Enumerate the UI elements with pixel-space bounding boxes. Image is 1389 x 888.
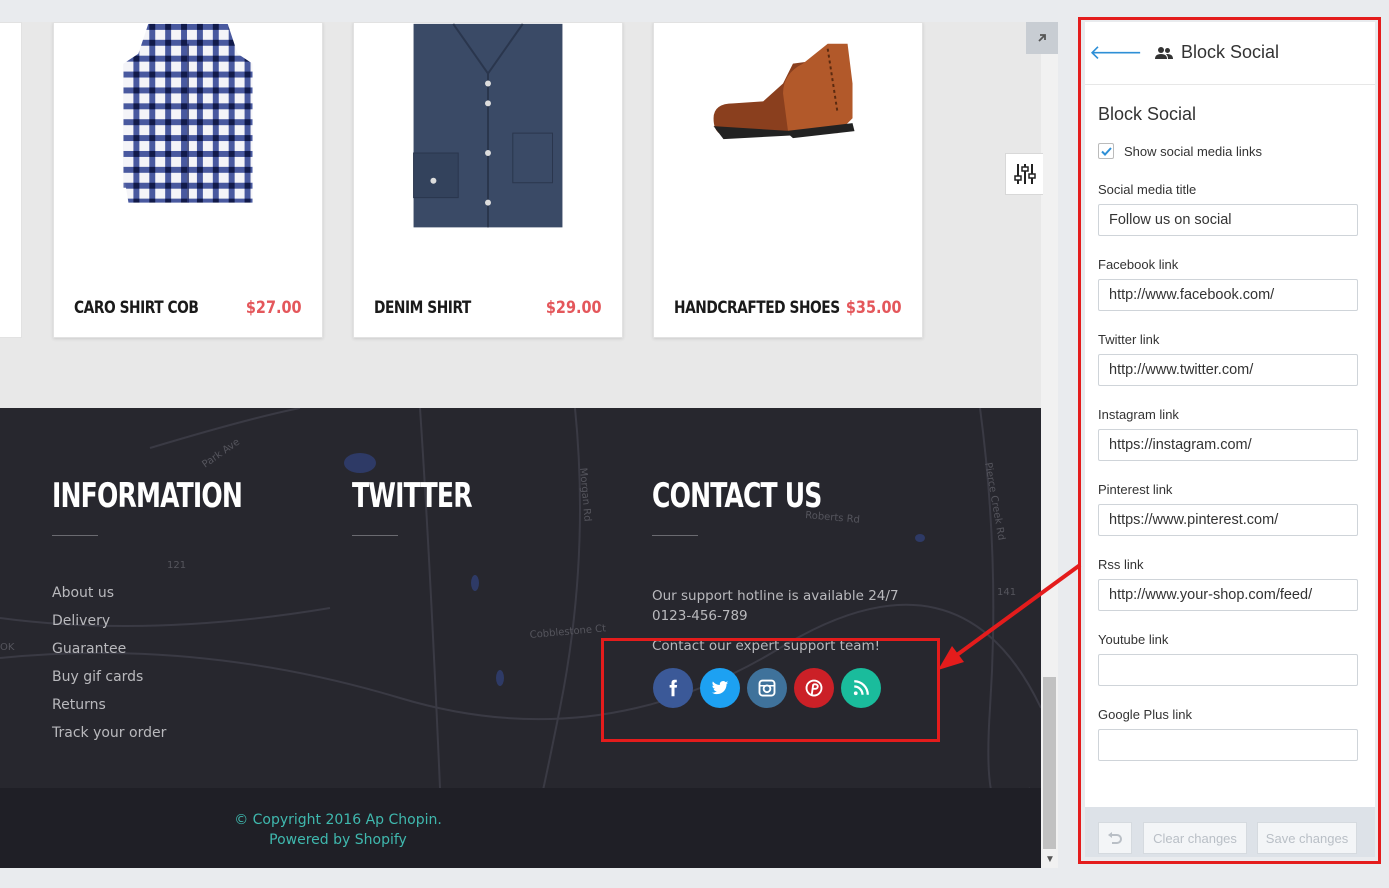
annotation-arrow bbox=[938, 563, 1082, 670]
